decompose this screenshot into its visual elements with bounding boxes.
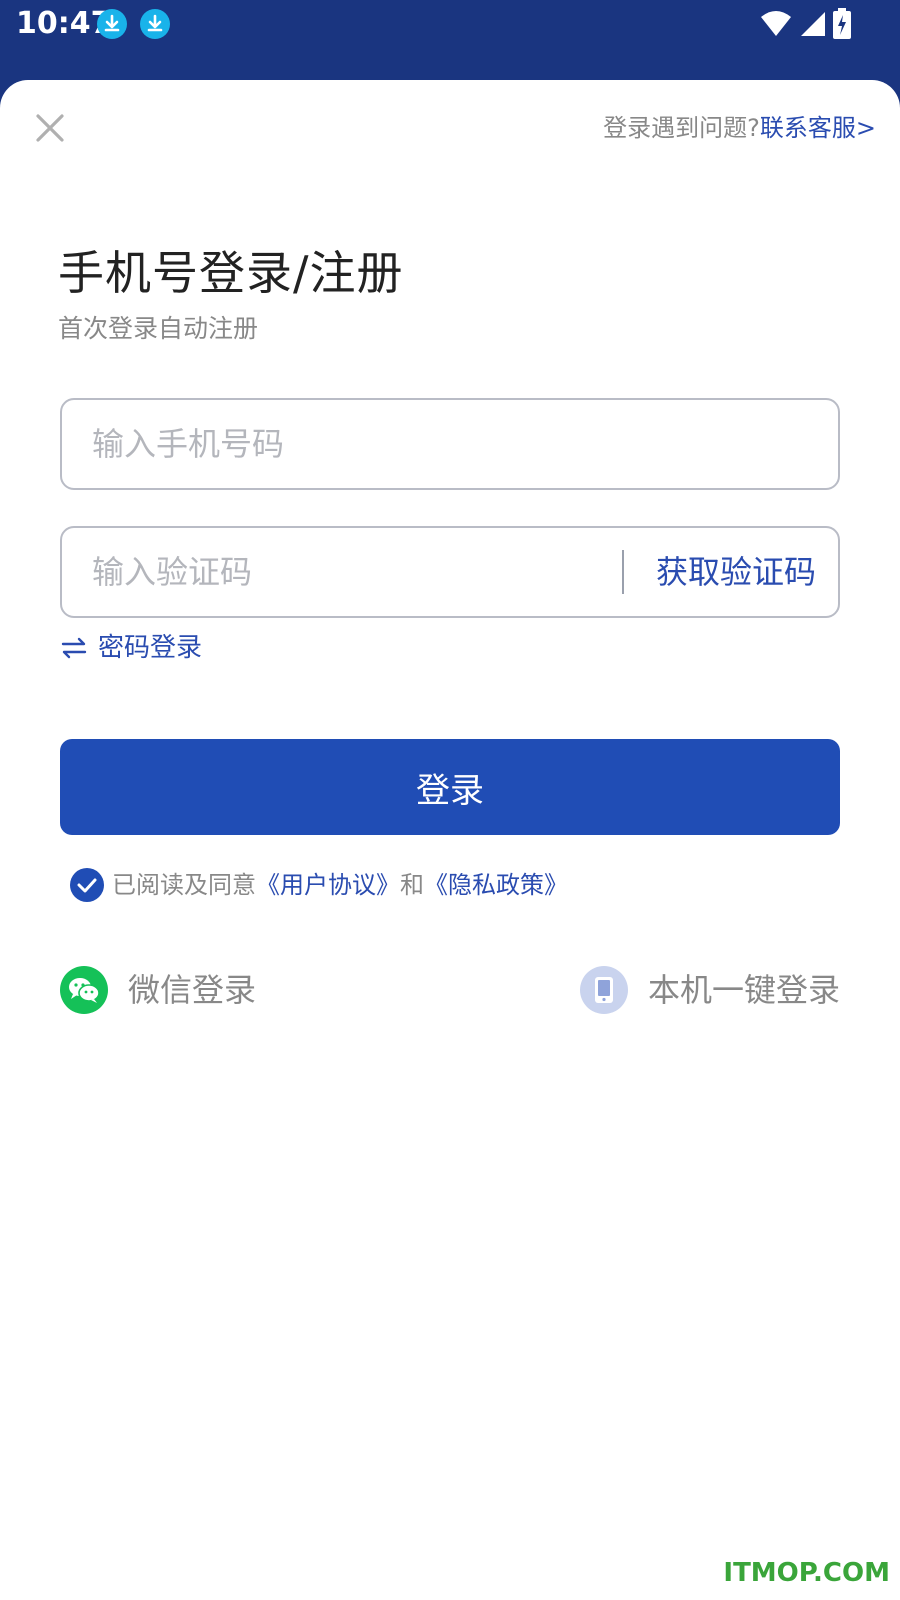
phone-field bbox=[60, 398, 840, 490]
login-button[interactable]: 登录 bbox=[60, 739, 840, 835]
switch-icon bbox=[61, 637, 87, 659]
get-code-button[interactable]: 获取验证码 bbox=[656, 528, 816, 616]
help-text: 登录遇到问题? bbox=[603, 114, 760, 142]
password-login-link[interactable]: 密码登录 bbox=[60, 630, 202, 666]
page-title: 手机号登录/注册 bbox=[58, 246, 404, 300]
onekey-login-button[interactable]: 本机一键登录 bbox=[579, 966, 840, 1014]
code-field: 获取验证码 bbox=[60, 526, 840, 618]
onekey-login-label: 本机一键登录 bbox=[647, 971, 840, 1009]
phone-input[interactable] bbox=[92, 400, 812, 488]
agreement-checkbox[interactable] bbox=[70, 868, 104, 902]
wifi-icon bbox=[760, 9, 792, 43]
check-icon bbox=[77, 878, 97, 893]
agreement-row: 已阅读及同意《用户协议》和《隐私政策》 bbox=[70, 868, 568, 902]
watermark: ITMOP.COM bbox=[723, 1558, 890, 1588]
login-sheet: 登录遇到问题?联系客服> 手机号登录/注册 首次登录自动注册 获取验证码 密码登… bbox=[0, 80, 900, 1600]
wechat-login-label: 微信登录 bbox=[128, 971, 257, 1009]
verification-code-input[interactable] bbox=[92, 528, 572, 616]
privacy-policy-link[interactable]: 《隐私政策》 bbox=[424, 871, 568, 899]
status-bar: 10:47 bbox=[0, 0, 900, 80]
close-button[interactable] bbox=[32, 110, 68, 146]
password-login-label: 密码登录 bbox=[98, 633, 203, 663]
battery-charging-icon bbox=[832, 8, 852, 44]
signal-icon bbox=[798, 9, 826, 43]
help-row: 登录遇到问题?联系客服> bbox=[603, 112, 876, 144]
agreement-prefix: 已阅读及同意 bbox=[112, 871, 256, 899]
wechat-login-button[interactable]: 微信登录 bbox=[60, 966, 256, 1014]
close-icon bbox=[36, 114, 64, 142]
code-divider bbox=[622, 550, 624, 594]
phone-icon bbox=[579, 966, 628, 1014]
agreement-and: 和 bbox=[400, 871, 424, 899]
wechat-icon bbox=[60, 966, 108, 1014]
contact-support-link[interactable]: 联系客服> bbox=[760, 114, 876, 142]
download-icon bbox=[140, 9, 170, 39]
download-icon bbox=[97, 9, 127, 39]
user-agreement-link[interactable]: 《用户协议》 bbox=[256, 871, 400, 899]
page-subtitle: 首次登录自动注册 bbox=[58, 314, 259, 343]
